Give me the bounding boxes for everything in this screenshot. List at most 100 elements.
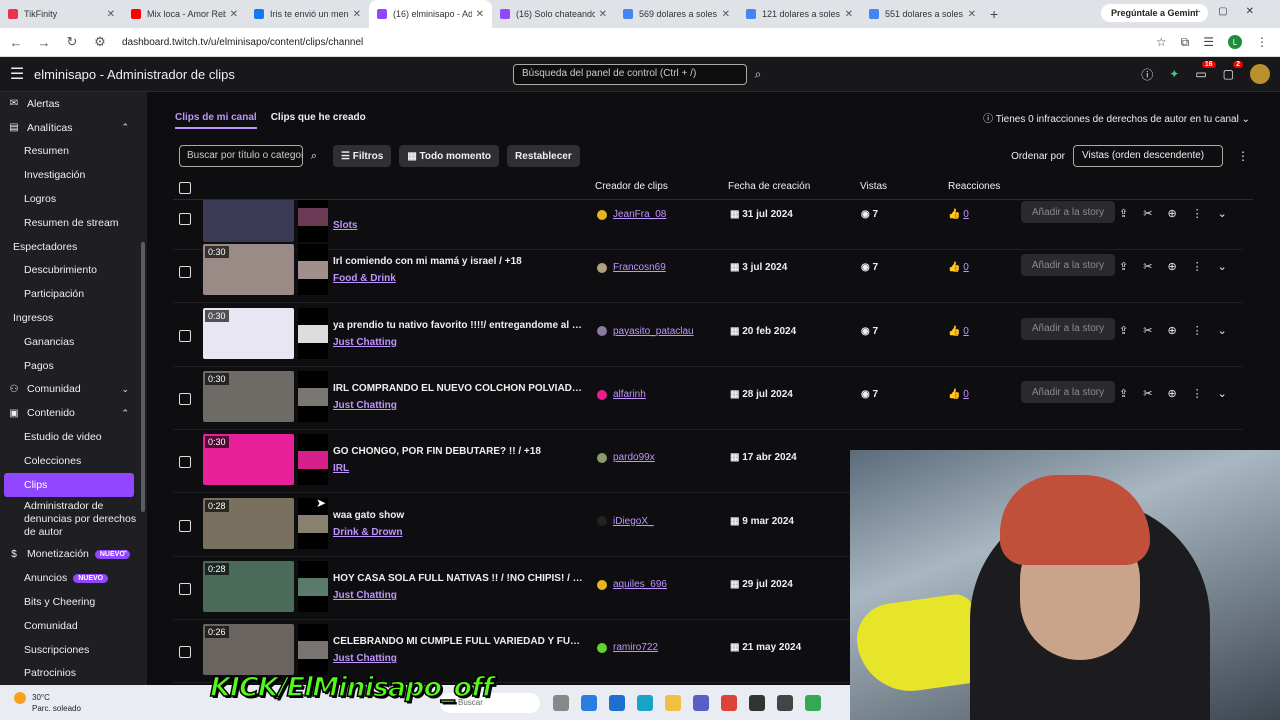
clip-thumbnail[interactable] bbox=[203, 200, 294, 242]
sidebar-item[interactable]: ▣ Contenido ⌃ bbox=[0, 401, 147, 425]
scissors-icon[interactable]: ✂ bbox=[1143, 387, 1152, 400]
sidebar-item[interactable]: Patrocinios bbox=[0, 662, 147, 685]
search-icon[interactable]: ⌕ bbox=[748, 64, 768, 85]
clip-title[interactable]: HOY CASA SOLA FULL NATIVAS !! / !NO CHIP… bbox=[333, 573, 583, 584]
expand-chevron-icon[interactable]: ⌄ bbox=[1218, 324, 1227, 337]
clip-vertical-preview[interactable] bbox=[298, 561, 328, 612]
clip-row[interactable]: 0:30 Irl comiendo con mi mamá y israel / … bbox=[173, 240, 1243, 304]
browser-tab[interactable]: (16) elminisapo - Adm ✕ bbox=[369, 0, 492, 28]
clip-category-link[interactable]: Just Chatting bbox=[333, 400, 397, 411]
profile-avatar[interactable]: L bbox=[1228, 35, 1242, 49]
share-icon[interactable]: ⇪ bbox=[1119, 324, 1128, 337]
clip-vertical-preview[interactable] bbox=[298, 200, 328, 242]
back-icon[interactable]: ← bbox=[4, 35, 28, 50]
clip-row[interactable]: 0:30 IRL COMPRANDO EL NUEVO COLCHON POLVI… bbox=[173, 367, 1243, 431]
add-circle-icon[interactable]: ⊕ bbox=[1167, 207, 1176, 220]
close-tab-icon[interactable]: ✕ bbox=[722, 9, 730, 20]
row-checkbox[interactable] bbox=[179, 519, 191, 532]
reload-icon[interactable]: ↻ bbox=[60, 34, 84, 50]
sidebar-item[interactable]: Estudio de video bbox=[0, 425, 147, 449]
sparkle-icon[interactable]: ✦ bbox=[1169, 67, 1179, 81]
reading-list-icon[interactable]: ☰ bbox=[1203, 35, 1214, 49]
clip-reactions[interactable]: 👍 0 bbox=[948, 326, 969, 337]
browser-tab[interactable]: 551 dolares a soles - ✕ bbox=[861, 0, 984, 28]
row-checkbox[interactable] bbox=[179, 646, 191, 658]
time-range-button[interactable]: ▦ Todo momento bbox=[399, 145, 500, 167]
menu-hamburger-icon[interactable]: ☰ bbox=[0, 64, 34, 84]
clip-creator-link[interactable]: iDiegoX_ bbox=[597, 516, 654, 527]
sidebar-item[interactable]: Investigación bbox=[0, 163, 147, 187]
new-tab-icon[interactable]: + bbox=[990, 6, 998, 22]
kebab-menu-icon[interactable]: ⋮ bbox=[1192, 387, 1203, 400]
explorer-icon[interactable] bbox=[665, 695, 681, 711]
tab-created-clips[interactable]: Clips que he creado bbox=[271, 112, 366, 129]
sidebar-item[interactable]: Espectadores bbox=[0, 235, 147, 259]
kebab-menu-icon[interactable]: ⋮ bbox=[1192, 324, 1203, 337]
clip-title[interactable]: ya prendio tu nativo favorito !!!!/ entr… bbox=[333, 320, 583, 331]
reset-button[interactable]: Restablecer bbox=[507, 145, 580, 167]
clip-category-link[interactable]: Slots bbox=[333, 220, 357, 231]
add-to-story-button[interactable]: Añadir a la story bbox=[1021, 254, 1115, 276]
share-icon[interactable]: ⇪ bbox=[1119, 260, 1128, 273]
gemini-button[interactable]: Pregúntale a Gemini bbox=[1100, 4, 1208, 22]
expand-chevron-icon[interactable]: ⌄ bbox=[1218, 387, 1227, 400]
row-checkbox[interactable] bbox=[179, 329, 191, 342]
clip-vertical-preview[interactable] bbox=[298, 244, 328, 295]
sort-select[interactable]: Vistas (orden descendente) bbox=[1073, 145, 1223, 167]
chrome2-icon[interactable] bbox=[805, 695, 821, 711]
scissors-icon[interactable]: ✂ bbox=[1143, 260, 1152, 273]
close-tab-icon[interactable]: ✕ bbox=[845, 9, 853, 20]
bookmark-star-icon[interactable]: ☆ bbox=[1156, 35, 1167, 49]
close-tab-icon[interactable]: ✕ bbox=[353, 9, 361, 20]
clip-title[interactable]: CELEBRANDO MI CUMPLE FULL VARIEDAD Y FUL… bbox=[333, 636, 583, 647]
clip-search-input[interactable]: Buscar por título o categoría bbox=[179, 145, 303, 167]
sidebar-item[interactable]: Clips bbox=[4, 472, 134, 497]
sidebar-item[interactable]: Administrador de denuncias por derechos … bbox=[0, 497, 147, 543]
sidebar-item[interactable]: ✉ Alertas bbox=[0, 92, 147, 116]
obs-icon[interactable] bbox=[749, 695, 765, 711]
dashboard-search-input[interactable]: Búsqueda del panel de control (Ctrl + /) bbox=[513, 64, 747, 85]
sidebar-item[interactable]: Descubrimiento bbox=[0, 259, 147, 283]
clip-creator-link[interactable]: ramiro722 bbox=[597, 642, 658, 653]
sidebar-item[interactable]: ▤ Analíticas ⌃ bbox=[0, 116, 147, 140]
scissors-icon[interactable]: ✂ bbox=[1143, 207, 1152, 220]
close-tab-icon[interactable]: ✕ bbox=[968, 9, 976, 20]
browser-tab[interactable]: Iris te envió un mens ✕ bbox=[246, 0, 369, 28]
sidebar-item[interactable]: Logros bbox=[0, 187, 147, 211]
clip-category-link[interactable]: Drink & Drown bbox=[333, 527, 402, 538]
copyright-infractions-dropdown[interactable]: ⓘ Tienes 0 infracciones de derechos de a… bbox=[983, 110, 1250, 125]
close-tab-icon[interactable]: ✕ bbox=[599, 9, 607, 20]
clip-vertical-preview[interactable] bbox=[298, 434, 328, 485]
sidebar-item[interactable]: Anuncios NUEVO bbox=[0, 566, 147, 590]
app-icon[interactable] bbox=[581, 695, 597, 711]
clip-vertical-preview[interactable] bbox=[298, 371, 328, 422]
row-checkbox[interactable] bbox=[179, 393, 191, 405]
sidebar-item[interactable]: Colecciones bbox=[0, 449, 147, 473]
sidebar-item[interactable]: $ Monetización NUEVO ⌃ bbox=[0, 543, 147, 567]
store-icon[interactable] bbox=[609, 695, 625, 711]
chevron-icon[interactable]: ⌃ bbox=[121, 122, 129, 133]
user-avatar[interactable] bbox=[1250, 64, 1270, 84]
clip-reactions[interactable]: 👍 0 bbox=[948, 389, 969, 400]
add-to-story-button[interactable]: Añadir a la story bbox=[1021, 317, 1115, 340]
clip-creator-link[interactable]: payasito_pataclau bbox=[597, 326, 694, 337]
close-tab-icon[interactable]: ✕ bbox=[476, 9, 484, 20]
forward-icon[interactable]: → bbox=[32, 35, 56, 50]
close-tab-icon[interactable]: ✕ bbox=[230, 9, 238, 20]
sidebar-item[interactable]: ⚇ Comunidad ⌄ bbox=[0, 378, 147, 402]
weather-widget[interactable]: 30°C Parc. soleado bbox=[14, 691, 81, 714]
edge-icon[interactable] bbox=[637, 695, 653, 711]
sidebar-item[interactable]: Bits y Cheering bbox=[0, 590, 147, 614]
site-info-icon[interactable]: ⚙ bbox=[88, 34, 112, 50]
sidebar-item[interactable]: Ingresos bbox=[0, 306, 147, 330]
filters-button[interactable]: ☰ Filtros bbox=[333, 145, 392, 167]
inbox-icon[interactable]: ▭ 16 bbox=[1195, 61, 1216, 81]
add-to-story-button[interactable]: Añadir a la story bbox=[1021, 201, 1115, 223]
chevron-icon[interactable]: ⌄ bbox=[121, 384, 129, 395]
sidebar-item[interactable]: Resumen bbox=[0, 140, 147, 164]
browser-tab[interactable]: TikFinity ✕ bbox=[0, 0, 123, 28]
clip-creator-link[interactable]: JeanFra_08 bbox=[597, 209, 666, 220]
row-checkbox[interactable] bbox=[179, 266, 191, 278]
share-icon[interactable]: ⇪ bbox=[1119, 207, 1128, 220]
clip-creator-link[interactable]: pardo99x bbox=[597, 452, 655, 463]
